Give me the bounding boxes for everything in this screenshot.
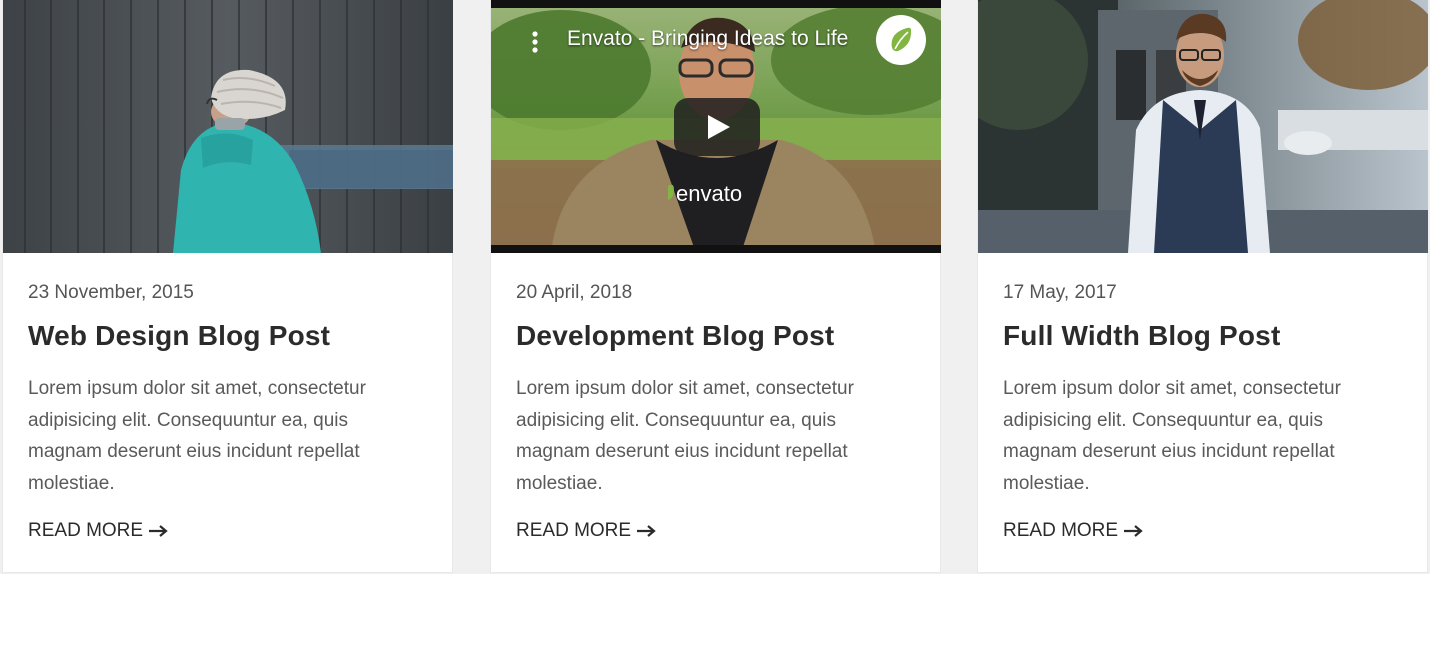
long-arrow-right-icon xyxy=(1124,525,1143,537)
envato-leaf-icon xyxy=(891,27,912,52)
post-date: 20 April, 2018 xyxy=(516,282,633,303)
photo-man-street xyxy=(978,0,1428,253)
post-image-man-in-vest[interactable] xyxy=(978,0,1428,253)
blog-card: 23 November, 2015 Web Design Blog Post L… xyxy=(2,0,453,573)
read-more-label: READ MORE xyxy=(516,520,632,541)
post-title[interactable]: Full Width Blog Post xyxy=(1003,320,1280,352)
read-more-label: READ MORE xyxy=(1003,520,1119,541)
play-button[interactable] xyxy=(674,98,760,156)
blog-card: envato Envato - Bringing Ideas to Life 2… xyxy=(490,0,941,573)
post-date: 17 May, 2017 xyxy=(1003,282,1117,303)
video-title[interactable]: Envato - Bringing Ideas to Life xyxy=(567,27,848,51)
post-title[interactable]: Web Design Blog Post xyxy=(28,320,330,352)
embedded-video[interactable]: envato Envato - Bringing Ideas to Life xyxy=(491,0,941,253)
post-excerpt: Lorem ipsum dolor sit amet, consectetur … xyxy=(516,378,854,494)
post-image-woman-in-teal-jacket[interactable] xyxy=(3,0,453,253)
read-more-label: READ MORE xyxy=(28,520,144,541)
read-more-link[interactable]: READ MORE xyxy=(28,520,169,542)
kebab-menu-icon[interactable] xyxy=(531,30,539,54)
blog-card: 17 May, 2017 Full Width Blog Post Lorem … xyxy=(977,0,1428,573)
read-more-link[interactable]: READ MORE xyxy=(516,520,657,542)
channel-avatar[interactable] xyxy=(876,15,926,65)
long-arrow-right-icon xyxy=(149,525,168,537)
envato-shirt-logo: envato xyxy=(668,181,742,206)
video-letterbox-bottom xyxy=(491,245,941,253)
post-excerpt: Lorem ipsum dolor sit amet, consectetur … xyxy=(1003,378,1341,494)
long-arrow-right-icon xyxy=(637,525,656,537)
post-excerpt: Lorem ipsum dolor sit amet, consectetur … xyxy=(28,378,366,494)
read-more-link[interactable]: READ MORE xyxy=(1003,520,1144,542)
post-title[interactable]: Development Blog Post xyxy=(516,320,834,352)
play-icon xyxy=(708,115,730,139)
video-letterbox-top xyxy=(491,0,941,8)
photo-woman-wood-wall xyxy=(3,0,453,253)
post-date: 23 November, 2015 xyxy=(28,282,194,303)
shirt-text: envato xyxy=(676,181,742,206)
